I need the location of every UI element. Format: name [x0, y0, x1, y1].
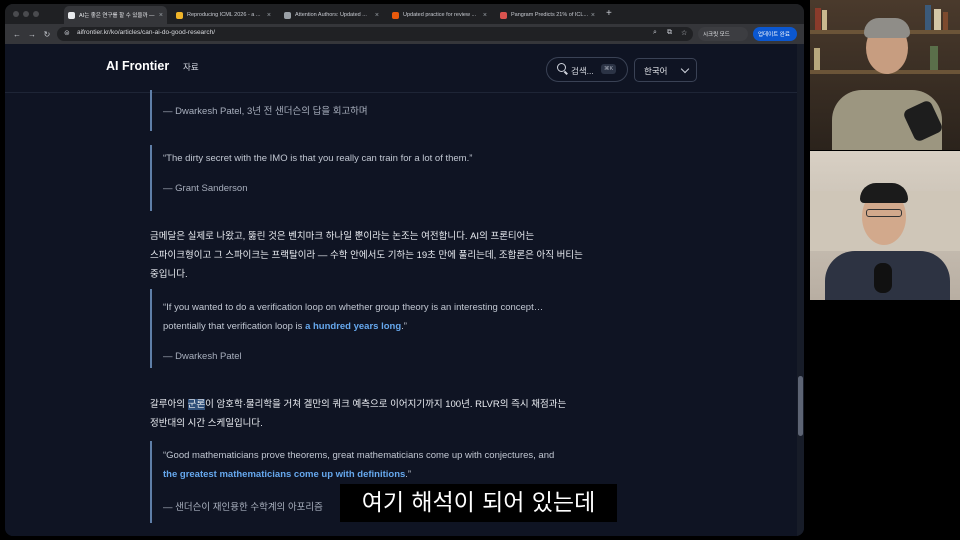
glasses-icon [866, 209, 902, 217]
update-button[interactable]: 업데이트 완료 [753, 27, 797, 41]
new-tab-icon[interactable]: + [606, 8, 612, 19]
tab-4[interactable]: Pangram Predicts 21% of ICL... × [496, 6, 599, 24]
bookmark-star-icon[interactable]: ☆ [681, 29, 687, 37]
language-select[interactable]: 한국어 [634, 58, 697, 82]
quote-text-line-2: potentially that verification loop is a … [163, 321, 407, 332]
search-label: 검색... [571, 66, 594, 76]
maximize-window-button[interactable] [33, 11, 39, 17]
url-text: aifrontier.kr/ko/articles/can-ai-do-good… [77, 29, 216, 36]
paragraph-line: 중입니다. [150, 269, 188, 280]
browser-window: AI는 좋은 연구를 할 수 있을까 — ... × Reproducing I… [5, 4, 804, 536]
minimize-window-button[interactable] [23, 11, 29, 17]
tab-2[interactable]: Attention Authors: Updated ... × [280, 6, 383, 24]
quote-attribution: — Dwarkesh Patel [163, 351, 242, 362]
tab-favicon-icon [392, 11, 399, 19]
back-icon[interactable]: ← [11, 28, 23, 40]
site-info-icon[interactable]: ⊜ [64, 29, 70, 37]
scrollbar-track[interactable] [797, 44, 804, 536]
quote-text: “The dirty secret with the IMO is that y… [163, 153, 473, 164]
tab-title: Reproducing ICML 2026 - a ... [187, 12, 261, 18]
incognito-badge[interactable]: 시크릿 모드 [698, 27, 748, 41]
close-tab-icon[interactable]: × [483, 12, 487, 19]
microphone-icon [874, 263, 892, 293]
blockquote-bar [150, 441, 152, 523]
incognito-label: 시크릿 모드 [703, 32, 730, 38]
site-header: AI Frontier 자료 검색... ⌘K 한국어 [5, 44, 797, 93]
paragraph-segment: 이 암호학·물리학을 거쳐 겔만의 쿼크 예측으로 이어지기까지 100년. R… [205, 399, 567, 410]
update-label: 업데이트 완료 [758, 32, 790, 38]
search-button[interactable]: 검색... ⌘K [546, 57, 628, 82]
highlight-link[interactable]: the greatest mathematicians come up with… [163, 469, 405, 480]
tab-1[interactable]: Reproducing ICML 2026 - a ... × [172, 6, 275, 24]
blockquote-bar [150, 145, 152, 211]
blockquote-bar [150, 289, 152, 368]
quote-attribution: — Grant Sanderson [163, 183, 248, 194]
quote-text-segment: potentially that verification loop is [163, 321, 306, 332]
paragraph-segment: 갈루아의 [150, 399, 188, 410]
page-viewport: AI Frontier 자료 검색... ⌘K 한국어 — Dwarkesh P… [5, 44, 804, 536]
quote-attribution: — 샌더슨이 재인용한 수학계의 아포리즘 [163, 502, 323, 513]
tab-favicon-icon [176, 11, 183, 19]
language-value: 한국어 [644, 66, 668, 76]
chevron-down-icon [680, 64, 690, 74]
tab-favicon-icon [68, 11, 75, 19]
selected-text: 군론 [187, 399, 206, 410]
share-icon[interactable]: ⧉ [667, 29, 672, 37]
paragraph-line: 스파이크형이고 그 스파이크는 프랙탈이라 — 수학 안에서도 기하는 19초 … [150, 250, 583, 261]
tab-title: Attention Authors: Updated ... [295, 12, 367, 18]
tab-title: Updated practice for review ... [403, 12, 477, 18]
close-window-button[interactable] [13, 11, 19, 17]
tab-3[interactable]: Updated practice for review ... × [388, 6, 491, 24]
tab-0[interactable]: AI는 좋은 연구를 할 수 있을까 — ... × [64, 6, 167, 24]
tab-strip: AI는 좋은 연구를 할 수 있을까 — ... × Reproducing I… [5, 4, 804, 24]
video-subtitle: 여기 해석이 되어 있는데 [340, 484, 617, 522]
search-shortcut-badge: ⌘K [601, 64, 617, 74]
zoom-icon[interactable]: ⌕ [653, 29, 657, 37]
webcam-feed-1 [810, 0, 960, 150]
site-logo[interactable]: AI Frontier [106, 59, 169, 73]
window-controls [5, 4, 69, 24]
tab-favicon-icon [284, 11, 291, 19]
address-bar[interactable]: ⊜ aifrontier.kr/ko/articles/can-ai-do-go… [57, 27, 693, 41]
quote-attribution: — Dwarkesh Patel, 3년 전 샌더슨의 답을 회고하며 [163, 106, 368, 117]
scrollbar-thumb[interactable] [798, 376, 803, 436]
webcam-feed-2 [810, 151, 960, 300]
forward-icon[interactable]: → [26, 28, 38, 40]
highlight-link[interactable]: a hundred years long [305, 321, 401, 332]
close-tab-icon[interactable]: × [267, 12, 271, 19]
close-tab-icon[interactable]: × [159, 12, 163, 19]
quote-text-segment: .” [405, 469, 412, 480]
quote-text-segment: .” [401, 321, 407, 332]
quote-text: “Good mathematicians prove theorems, gre… [163, 450, 555, 461]
close-tab-icon[interactable]: × [591, 12, 595, 19]
quote-text: “If you wanted to do a verification loop… [163, 302, 544, 313]
close-tab-icon[interactable]: × [375, 12, 379, 19]
paragraph-line: 갈루아의 군론이 암호학·물리학을 거쳐 겔만의 쿼크 예측으로 이어지기까지 … [150, 396, 566, 410]
browser-toolbar: ← → ↻ ⊜ aifrontier.kr/ko/articles/can-ai… [5, 24, 804, 44]
search-icon [557, 63, 566, 72]
reload-icon[interactable]: ↻ [41, 28, 53, 40]
tab-title: AI는 좋은 연구를 할 수 있을까 — ... [79, 13, 156, 19]
paragraph-line: 금메달은 실제로 나왔고, 뚫린 것은 벤치마크 하나일 뿐이라는 논조는 여전… [150, 231, 535, 242]
paragraph-line: 정반대의 시간 스케일입니다. [150, 418, 263, 429]
tab-title: Pangram Predicts 21% of ICL... [511, 12, 588, 18]
quote-text-line-2: the greatest mathematicians come up with… [163, 469, 411, 480]
tab-favicon-icon [500, 11, 507, 19]
blockquote-bar [150, 90, 152, 131]
nav-link-resources[interactable]: 자료 [183, 61, 199, 73]
